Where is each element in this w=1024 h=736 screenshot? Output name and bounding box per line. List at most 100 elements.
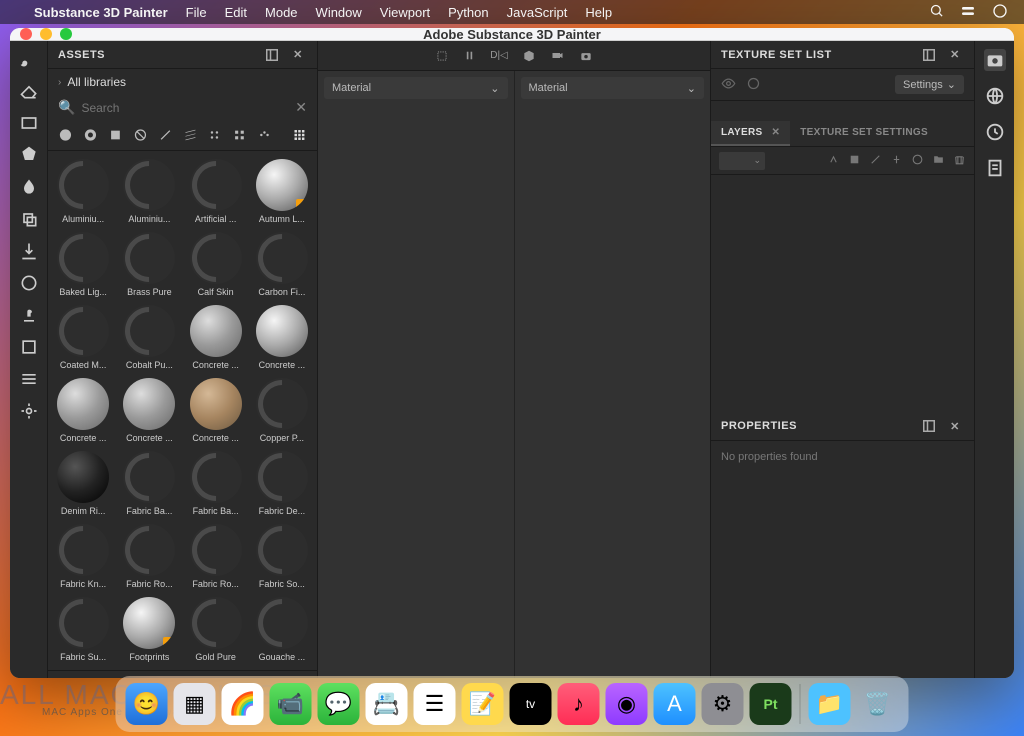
asset-item[interactable]: Concrete ...	[185, 376, 247, 445]
menu-python[interactable]: Python	[448, 5, 488, 20]
asset-item[interactable]: Denim Ri...	[52, 449, 114, 518]
polygon-fill-tool[interactable]	[19, 145, 39, 165]
close-window-button[interactable]	[20, 28, 32, 40]
maximize-window-button[interactable]	[60, 28, 72, 40]
asset-item[interactable]: Concrete ...	[118, 376, 180, 445]
layers-body[interactable]	[711, 175, 974, 413]
control-center-icon[interactable]	[960, 3, 976, 22]
dock-appstore[interactable]: A	[654, 683, 696, 725]
dock-reminders[interactable]: ☰	[414, 683, 456, 725]
grid-view-icon[interactable]	[292, 126, 307, 144]
library-selector[interactable]: › All libraries	[48, 69, 317, 95]
siri-icon[interactable]	[992, 3, 1008, 22]
asset-item[interactable]: Concrete ...	[52, 376, 114, 445]
viewport-3d[interactable]: Material ⌄	[318, 71, 515, 678]
close-panel-icon[interactable]: ✕	[946, 417, 964, 435]
dock-podcasts[interactable]: ◉	[606, 683, 648, 725]
list-collapse-icon[interactable]	[58, 676, 72, 678]
menu-help[interactable]: Help	[585, 5, 612, 20]
asset-item[interactable]: Calf Skin	[185, 230, 247, 299]
layer-delete-icon[interactable]	[953, 153, 966, 169]
menu-edit[interactable]: Edit	[225, 5, 247, 20]
filter-env-icon[interactable]	[207, 126, 222, 144]
vp-select-icon[interactable]	[435, 49, 449, 63]
asset-item[interactable]: Aluminiu...	[52, 157, 114, 226]
solo-icon[interactable]	[746, 76, 761, 94]
asset-item[interactable]: Gold Pure	[185, 595, 247, 664]
material-dropdown-3d[interactable]: Material ⌄	[324, 77, 508, 99]
vp-photo-icon[interactable]	[579, 49, 593, 63]
search-icon[interactable]	[929, 3, 944, 21]
asset-item[interactable]: Footprints	[118, 595, 180, 664]
asset-item[interactable]: Fabric Su...	[52, 595, 114, 664]
blend-mode-dropdown[interactable]: ⌄	[719, 152, 765, 170]
vp-symmetry-icon[interactable]: D|◁	[490, 50, 508, 61]
globe-icon[interactable]	[984, 85, 1006, 107]
material-tool[interactable]	[19, 273, 39, 293]
clear-search-icon[interactable]: ✕	[295, 99, 307, 116]
asset-item[interactable]: Baked Lig...	[52, 230, 114, 299]
asset-item[interactable]: Artificial ...	[185, 157, 247, 226]
layer-smart-icon[interactable]	[911, 153, 924, 169]
smudge-tool[interactable]	[19, 177, 39, 197]
dock-photos[interactable]: 🌈	[222, 683, 264, 725]
filter-alpha-icon[interactable]	[133, 126, 148, 144]
dock-settings[interactable]: ⚙	[702, 683, 744, 725]
asset-item[interactable]: Carbon Fi...	[251, 230, 313, 299]
close-panel-icon[interactable]: ✕	[946, 46, 964, 64]
asset-item[interactable]: Concrete ...	[251, 303, 313, 372]
menu-viewport[interactable]: Viewport	[380, 5, 430, 20]
dock-launchpad[interactable]: ▦	[174, 683, 216, 725]
app-menu[interactable]: Substance 3D Painter	[34, 5, 168, 20]
asset-item[interactable]: Fabric Ro...	[185, 522, 247, 591]
filter-texture-icon[interactable]	[158, 126, 173, 144]
dock-notes[interactable]: 📝	[462, 683, 504, 725]
asset-item[interactable]: Fabric Ro...	[118, 522, 180, 591]
asset-item[interactable]: Coated M...	[52, 303, 114, 372]
clone-tool[interactable]	[19, 209, 39, 229]
undock-icon[interactable]	[920, 46, 938, 64]
asset-item[interactable]: Fabric Kn...	[52, 522, 114, 591]
camera-icon[interactable]	[984, 49, 1006, 71]
eraser-tool[interactable]	[19, 81, 39, 101]
layer-effect-icon[interactable]	[848, 153, 861, 169]
menu-mode[interactable]: Mode	[265, 5, 298, 20]
vp-pause-icon[interactable]	[463, 49, 476, 62]
history-icon[interactable]	[984, 121, 1006, 143]
asset-item[interactable]: Concrete ...	[185, 303, 247, 372]
layer-adjust-icon[interactable]	[890, 153, 903, 169]
filter-hatch-icon[interactable]	[183, 126, 198, 144]
vp-cube-icon[interactable]	[522, 49, 536, 63]
asset-item[interactable]: Copper P...	[251, 376, 313, 445]
asset-item[interactable]: Cobalt Pu...	[118, 303, 180, 372]
asset-item[interactable]: Brass Pure	[118, 230, 180, 299]
dock-finder[interactable]: 😊	[126, 683, 168, 725]
bake-tool[interactable]	[19, 369, 39, 389]
stamp-tool[interactable]	[19, 305, 39, 325]
filter-misc-icon[interactable]	[257, 126, 272, 144]
tab-texture-settings[interactable]: TEXTURE SET SETTINGS	[790, 121, 938, 146]
dock-downloads[interactable]: 📁	[809, 683, 851, 725]
dock-music[interactable]: ♪	[558, 683, 600, 725]
filter-grid-icon[interactable]	[232, 126, 247, 144]
asset-item[interactable]: Fabric Ba...	[185, 449, 247, 518]
vp-camera-icon[interactable]	[550, 48, 565, 63]
asset-item[interactable]: Fabric So...	[251, 522, 313, 591]
export-tool[interactable]	[19, 241, 39, 261]
material-dropdown-2d[interactable]: Material ⌄	[521, 77, 705, 99]
dock-facetime[interactable]: 📹	[270, 683, 312, 725]
tab-layers[interactable]: LAYERS ✕	[711, 121, 790, 146]
list-expand-icon[interactable]	[82, 676, 96, 678]
filter-mask-icon[interactable]	[108, 126, 123, 144]
close-tab-icon[interactable]: ✕	[772, 127, 781, 138]
asset-item[interactable]: Aluminiu...	[118, 157, 180, 226]
filter-smart-icon[interactable]	[83, 126, 98, 144]
undock-icon[interactable]	[920, 417, 938, 435]
visibility-icon[interactable]	[721, 76, 736, 94]
settings-tool[interactable]	[19, 401, 39, 421]
menu-file[interactable]: File	[186, 5, 207, 20]
log-icon[interactable]	[984, 157, 1006, 179]
brush-tool[interactable]	[19, 49, 39, 69]
projection-tool[interactable]	[19, 113, 39, 133]
menu-javascript[interactable]: JavaScript	[507, 5, 568, 20]
